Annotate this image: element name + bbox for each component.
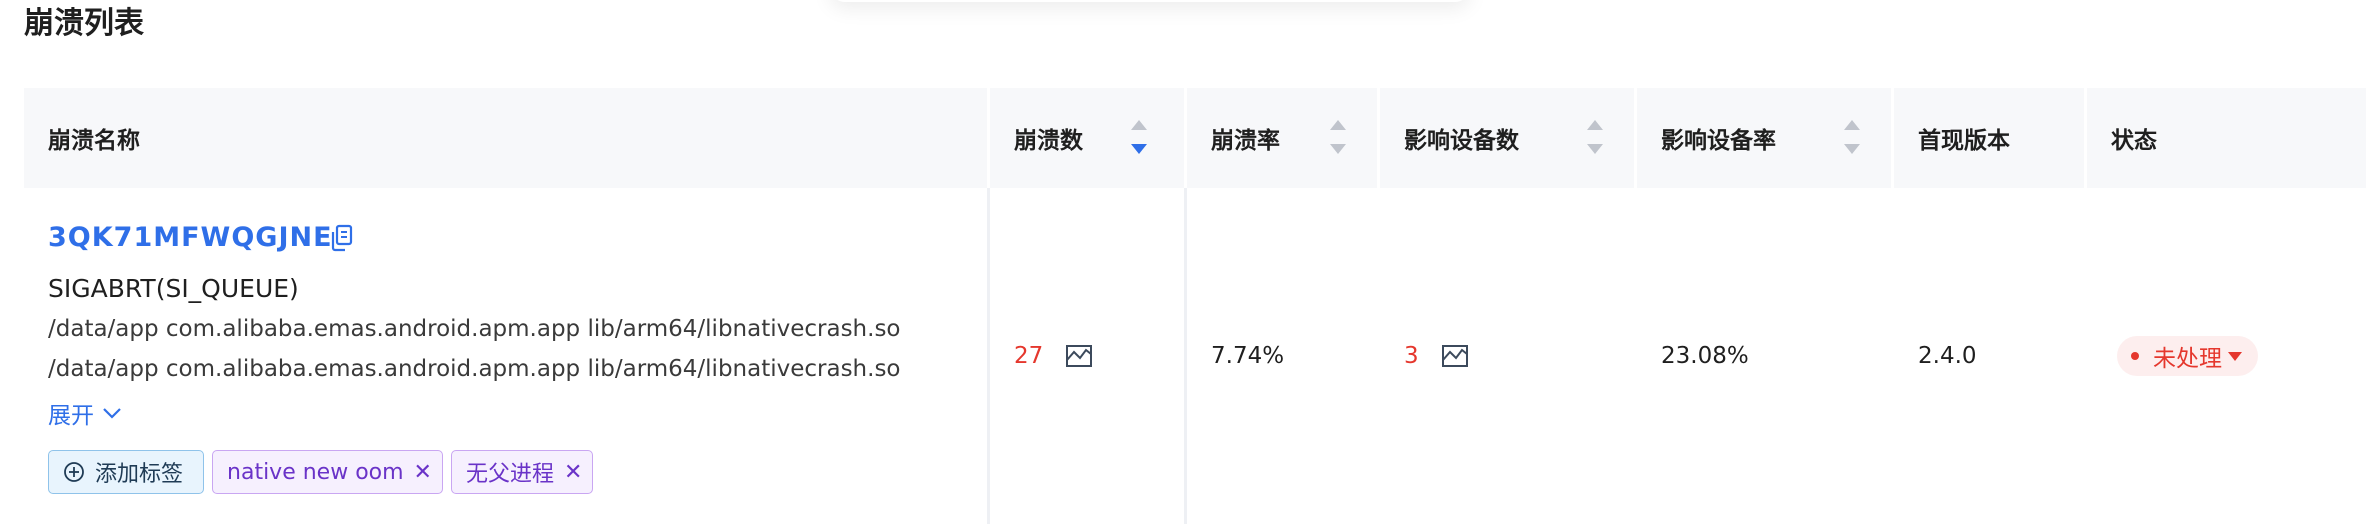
copy-icon[interactable] [330, 224, 354, 252]
column-header-label: 崩溃名称 [48, 128, 140, 154]
tag-label: 无父进程 [465, 462, 554, 487]
sort-ascending-icon [1330, 120, 1346, 130]
sort-descending-icon [1330, 144, 1346, 154]
add-tag-button[interactable]: 添加标签 [48, 450, 205, 494]
crash-signal: SIGABRT(SI_QUEUE) [48, 274, 299, 303]
sort-toggle[interactable] [1329, 120, 1347, 154]
column-divider [1184, 188, 1187, 524]
affected-devices-cell: 3 [1404, 188, 1469, 524]
column-header-label: 影响设备数 [1404, 128, 1519, 154]
first-version-value: 2.4.0 [1918, 343, 1977, 369]
stack-path-line: /data/app com.alibaba.emas.android.apm.a… [48, 316, 901, 342]
column-header-crash-name: 崩溃名称 [24, 88, 990, 188]
column-header-label: 首现版本 [1918, 128, 2010, 154]
caret-down-icon [2228, 351, 2242, 361]
column-header-status: 状态 [2087, 88, 2366, 188]
sort-toggle[interactable] [1586, 120, 1604, 154]
crash-rate-value: 7.74% [1211, 343, 1285, 369]
sort-descending-icon [1844, 144, 1860, 154]
column-header-affected-device-rate[interactable]: 影响设备率 [1637, 88, 1891, 188]
status-cell: 未处理 [2117, 188, 2258, 524]
tag-remove-icon[interactable]: ✕ [564, 460, 582, 485]
stack-path-line: /data/app com.alibaba.emas.android.apm.a… [48, 356, 901, 382]
trend-chart-icon[interactable] [1441, 343, 1469, 369]
sort-ascending-icon [1131, 120, 1147, 130]
crash-count-cell: 27 [1014, 188, 1093, 524]
crash-id-link[interactable]: 3QK71MFWQGJNE [48, 222, 333, 253]
tag-list: 添加标签 native new oom ✕ 无父进程 ✕ [48, 450, 594, 494]
floating-panel-edge [830, 0, 1470, 2]
status-dot-icon [2131, 352, 2139, 360]
column-header-label: 崩溃率 [1211, 128, 1280, 154]
sort-descending-icon [1131, 144, 1147, 154]
column-header-label: 状态 [2111, 128, 2157, 154]
sort-descending-icon [1587, 144, 1603, 154]
tag-label: native new oom [227, 459, 404, 485]
sort-ascending-icon [1844, 120, 1860, 130]
sort-toggle[interactable] [1843, 120, 1861, 154]
expand-label: 展开 [48, 403, 94, 429]
column-header-label: 影响设备率 [1661, 128, 1776, 154]
crash-count-value[interactable]: 27 [1014, 343, 1043, 369]
crash-table: 崩溃名称 崩溃数 崩溃率 影响设备数 影响设备率 首现版本 状态 3QK71MF… [24, 88, 2366, 524]
sort-ascending-icon [1587, 120, 1603, 130]
trend-chart-icon[interactable] [1065, 343, 1093, 369]
status-dropdown[interactable]: 未处理 [2117, 336, 2258, 376]
column-header-affected-devices[interactable]: 影响设备数 [1380, 88, 1634, 188]
affected-devices-value[interactable]: 3 [1404, 343, 1419, 369]
column-header-crash-count[interactable]: 崩溃数 [990, 88, 1184, 188]
table-row: 3QK71MFWQGJNE SIGABRT(SI_QUEUE) /data/ap… [24, 188, 2366, 524]
tag-remove-icon[interactable]: ✕ [414, 460, 432, 485]
column-header-crash-rate[interactable]: 崩溃率 [1187, 88, 1377, 188]
sort-toggle[interactable] [1130, 120, 1148, 154]
tag-chip: native new oom ✕ [212, 450, 443, 494]
page-title: 崩溃列表 [24, 6, 144, 41]
column-header-label: 崩溃数 [1014, 128, 1083, 154]
chevron-down-icon [103, 408, 121, 419]
table-header: 崩溃名称 崩溃数 崩溃率 影响设备数 影响设备率 首现版本 状态 [24, 88, 2366, 189]
add-tag-label: 添加标签 [95, 462, 184, 487]
affected-device-rate-value: 23.08% [1661, 343, 1749, 369]
column-header-first-version: 首现版本 [1894, 88, 2084, 188]
tag-chip: 无父进程 ✕ [450, 450, 594, 494]
status-label: 未处理 [2153, 346, 2222, 372]
expand-toggle[interactable]: 展开 [48, 396, 122, 430]
plus-circle-icon [64, 462, 84, 482]
